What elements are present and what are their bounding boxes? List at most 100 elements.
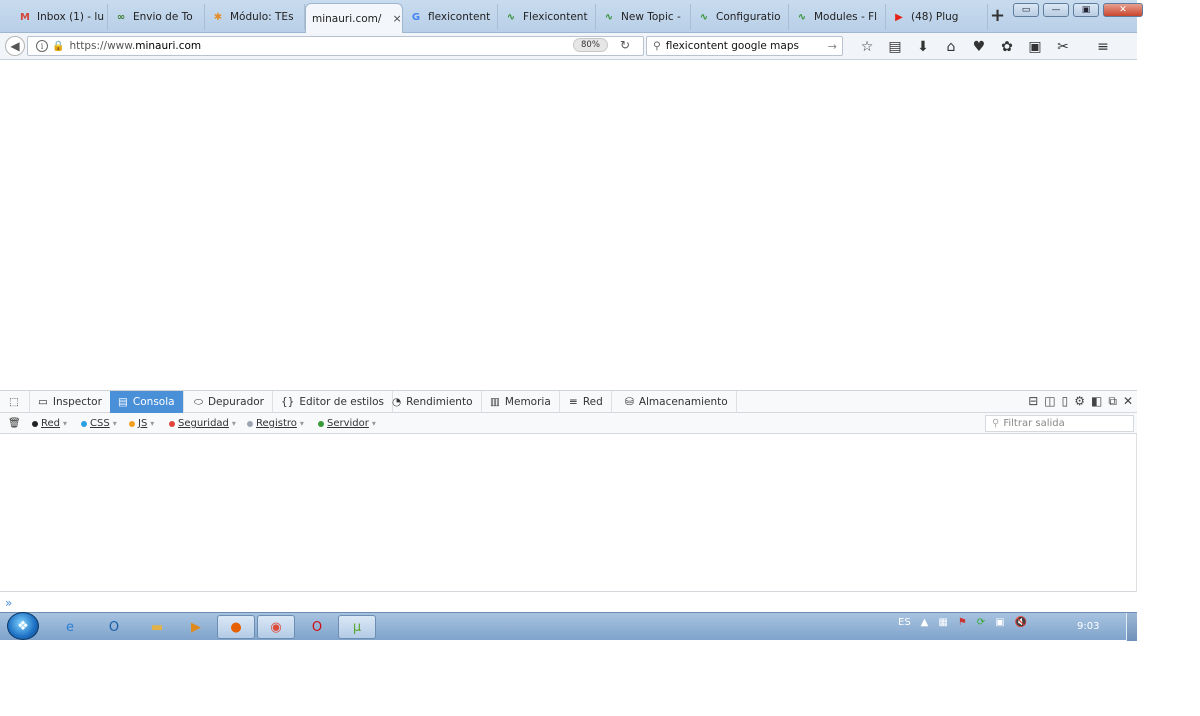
filter-dot-icon [129, 420, 135, 427]
outlook-icon[interactable]: O [95, 615, 133, 639]
volume-muted-icon[interactable]: 🔇 [1015, 617, 1027, 628]
lock-icon: 🔒 [52, 40, 65, 52]
filter-output-input[interactable]: ⚲ Filtrar salida [985, 415, 1134, 432]
browser-tab[interactable]: ∿ Flexicontent [498, 4, 596, 30]
bookmark-star-icon[interactable]: ☆ [853, 37, 881, 56]
search-go-icon[interactable]: → [828, 40, 837, 53]
devtools-tab[interactable]: ◔ Rendimiento [384, 391, 482, 413]
browser-tab[interactable]: ✱ Módulo: TEs [205, 4, 305, 30]
reading-list-icon[interactable]: ▤ [881, 37, 909, 56]
filter-toggle[interactable]: Registro ▾ [247, 413, 304, 434]
tab-title: minauri.com/ [312, 12, 382, 25]
tab-title: Flexicontent [523, 11, 588, 23]
browser-tab[interactable]: ∿ Modules - Fl [789, 4, 886, 30]
browser-tab[interactable]: Gflexicontent [403, 4, 498, 30]
ie-icon[interactable]: e [51, 615, 89, 639]
screen-icon[interactable]: ▣ [1021, 37, 1049, 56]
dock-side-icon[interactable]: ◧ [1091, 394, 1102, 409]
devtools-tab-label: Depurador [207, 396, 264, 408]
flexicontent-icon: ∿ [506, 11, 516, 23]
explorer-icon[interactable]: ▬ [138, 615, 176, 639]
responsive-mode-icon[interactable]: ▯ [1062, 394, 1069, 409]
chevron-down-icon[interactable]: ▾ [232, 419, 236, 428]
devtools-tab[interactable]: {} Editor de estilos [273, 391, 394, 413]
filter-toggle[interactable]: JS ▾ [129, 413, 154, 434]
maximize-button[interactable]: ▣ [1073, 3, 1099, 17]
sync-icon[interactable]: ⟳ [977, 617, 985, 628]
reload-icon[interactable]: ↻ [620, 38, 630, 52]
browser-tab[interactable]: ▶ (48) Plug [886, 4, 988, 30]
download-icon[interactable]: ⬇ [909, 37, 937, 56]
shipping-icon: ∞ [116, 11, 126, 23]
element-picker-icon[interactable]: ⬚ [0, 391, 30, 413]
devtools-tab[interactable]: ▭ Inspector [30, 391, 111, 413]
frame-select-icon[interactable]: ◫ [1044, 394, 1055, 409]
language-indicator[interactable]: ES [898, 617, 911, 628]
chevron-down-icon[interactable]: ▾ [113, 419, 117, 428]
opera-icon[interactable]: O [298, 615, 336, 639]
split-console-icon[interactable]: ⊟ [1028, 394, 1038, 409]
settings-gear-icon[interactable]: ⚙ [1074, 394, 1085, 409]
inspector-icon: ▭ [38, 396, 48, 408]
extension-icon[interactable]: ✿ [993, 37, 1021, 56]
url-bar[interactable]: i 🔒 https://www. minauri.com [27, 36, 644, 56]
devtools-tab[interactable]: ▤ Consola [110, 391, 184, 413]
media-player-icon[interactable]: ▶ [177, 615, 215, 639]
filter-toggle[interactable]: Seguridad ▾ [169, 413, 236, 434]
filter-label: Red [41, 418, 60, 429]
undock-icon[interactable]: ⧉ [1108, 394, 1117, 409]
filter-toggle[interactable]: CSS ▾ [81, 413, 117, 434]
devtools-tab[interactable]: ≡ Red [561, 391, 612, 413]
browser-tab[interactable]: ∿ New Topic - [596, 4, 691, 30]
trash-icon[interactable]: 🗑 [8, 413, 21, 434]
pocket-icon[interactable]: ♥ [965, 37, 993, 56]
close-window-button[interactable]: ✕ [1103, 3, 1143, 17]
filter-funnel-icon: ⚲ [992, 418, 1000, 429]
chrome-icon[interactable]: ◉ [257, 615, 295, 639]
network-icon[interactable]: ▣ [995, 617, 1004, 628]
console-input[interactable]: » [0, 591, 1137, 613]
tab-title: Configuratio [716, 11, 781, 23]
tab-close-icon[interactable]: × [392, 12, 401, 25]
site-info-icon[interactable]: i [36, 40, 48, 52]
console-filter-bar: 🗑 ⚲ Filtrar salida Red ▾ CSS ▾ JS ▾ Seguridad ▾… [0, 413, 1137, 434]
close-devtools-icon[interactable]: ✕ [1123, 394, 1133, 409]
hamburger-menu-icon[interactable]: ≡ [1089, 37, 1117, 56]
url-domain: minauri.com [135, 40, 202, 52]
devtools-panel: ⬚ ⊟ ◫ ▯ ⚙ ◧ ⧉ ✕ ▭ Inspector ▤ Consola ⬭ Depur… [0, 390, 1137, 613]
devtools-tab[interactable]: ▥ Memoria [482, 391, 560, 413]
browser-tab[interactable]: ∞ Envio de To [108, 4, 205, 30]
devtools-tab[interactable]: ⬭ Depurador [186, 391, 273, 413]
console-icon: ▤ [118, 396, 128, 408]
show-desktop-button[interactable] [1126, 613, 1137, 641]
joomla-icon: ✱ [213, 11, 223, 23]
filter-toggle[interactable]: Servidor ▾ [318, 413, 376, 434]
restore-icon[interactable]: ▭ [1013, 3, 1039, 17]
home-icon[interactable]: ⌂ [937, 37, 965, 56]
new-tab-button[interactable]: + [990, 5, 1005, 26]
chevron-down-icon[interactable]: ▾ [63, 419, 67, 428]
firefox-icon[interactable]: ● [217, 615, 255, 639]
zoom-indicator[interactable]: 80% [573, 38, 608, 52]
action-center-icon[interactable]: ⚑ [958, 617, 967, 628]
tray-expand-icon[interactable]: ▲ [921, 617, 929, 628]
search-bar[interactable]: ⚲ flexicontent google maps → [646, 36, 843, 56]
chevron-down-icon[interactable]: ▾ [372, 419, 376, 428]
clock[interactable]: 9:03 [1077, 621, 1099, 632]
gmail-icon: M [20, 11, 30, 23]
start-button[interactable]: ❖ [7, 612, 39, 640]
back-button[interactable]: ◀ [5, 36, 25, 56]
puzzle-icon[interactable]: ✂ [1049, 37, 1077, 56]
utorrent-icon[interactable]: µ [338, 615, 376, 639]
devtools-tab[interactable]: ⛁ Almacenamiento [617, 391, 737, 413]
devtools-tab-label: Almacenamiento [638, 396, 728, 408]
browser-tab[interactable]: M Inbox (1) - lu [12, 4, 108, 30]
browser-tab[interactable]: ∿ Configuratio [691, 4, 789, 30]
tray-app-icon[interactable]: ▦ [938, 617, 947, 628]
filter-toggle[interactable]: Red ▾ [32, 413, 67, 434]
chevron-down-icon[interactable]: ▾ [150, 419, 154, 428]
minimize-button[interactable]: — [1043, 3, 1069, 17]
flexicontent-icon: ∿ [604, 11, 614, 23]
chevron-down-icon[interactable]: ▾ [300, 419, 304, 428]
browser-tab[interactable]: minauri.com/ × [305, 3, 403, 33]
